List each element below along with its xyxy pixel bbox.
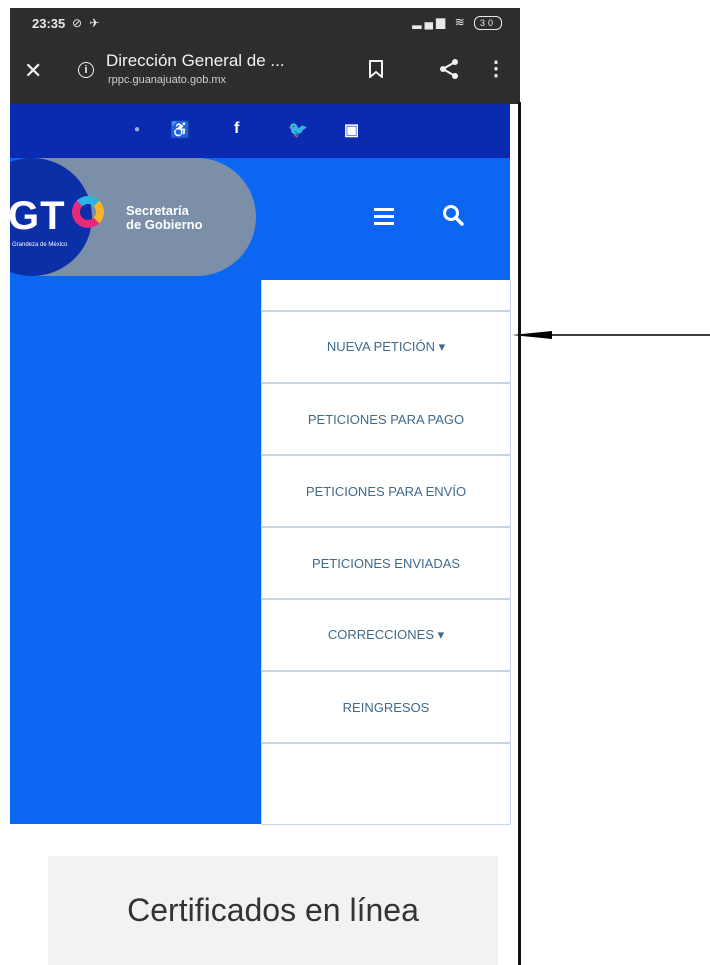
status-time: 23:35	[32, 16, 66, 31]
accessibility-icon[interactable]: ♿	[170, 120, 190, 140]
secretaria-label: Secretaría de Gobierno	[126, 204, 203, 232]
search-icon[interactable]	[442, 204, 464, 226]
page-title[interactable]: Dirección General de ...	[106, 51, 285, 71]
page-url[interactable]: rppc.guanajuato.gob.mx	[108, 74, 226, 86]
notification-icons: ⊘ ✈	[72, 16, 102, 30]
site-header: GT Grandeza de México Secretaría de Gobi…	[10, 158, 510, 280]
youtube-icon[interactable]: ▣	[344, 120, 359, 140]
annotation-arrow-icon	[512, 331, 710, 339]
secretaria-line1: Secretaría	[126, 203, 189, 218]
dot-icon: ●	[134, 124, 141, 135]
menu-item-peticiones-enviadas[interactable]: PETICIONES ENVIADAS	[262, 528, 510, 600]
menu-item-nueva-peticion[interactable]: NUEVA PETICIÓN ▾	[262, 312, 510, 384]
phone-screen: 23:35 ⊘ ✈ ▂▄▆ ≋ 30 ✕ i Dirección General…	[10, 8, 520, 965]
hamburger-menu-icon[interactable]	[374, 208, 394, 225]
share-icon[interactable]	[438, 58, 460, 80]
wifi-icon: ≋	[454, 15, 468, 29]
system-icons: ▂▄▆ ≋ 30	[412, 15, 502, 30]
card-title: Certificados en línea	[127, 892, 419, 928]
overflow-menu-icon[interactable]: ⋮	[486, 58, 506, 80]
screenshot-border	[518, 102, 521, 965]
browser-toolbar: ✕ i Dirección General de ... rppc.guanaj…	[10, 38, 520, 104]
menu-item-correcciones[interactable]: CORRECCIONES ▾	[262, 600, 510, 672]
signal-icon: ▂▄▆	[412, 15, 449, 29]
logo-tagline: Grandeza de México	[12, 242, 68, 248]
menu-item-peticiones-envio[interactable]: PETICIONES PARA ENVÍO	[262, 456, 510, 528]
menu-item-reingresos[interactable]: REINGRESOS	[262, 672, 510, 744]
facebook-icon[interactable]: f	[234, 120, 239, 138]
logo-text: GT	[10, 194, 66, 238]
close-tab-button[interactable]: ✕	[24, 60, 42, 82]
nav-dropdown-menu: NUEVA PETICIÓN ▾ PETICIONES PARA PAGO PE…	[261, 280, 511, 825]
site-info-icon[interactable]: i	[78, 62, 94, 78]
certificados-card: Certificados en línea	[48, 856, 498, 965]
twitter-icon[interactable]: 🐦	[288, 120, 308, 140]
status-bar: 23:35 ⊘ ✈ ▂▄▆ ≋ 30	[10, 8, 520, 38]
logo-o-icon	[72, 196, 104, 228]
battery-icon: 30	[474, 15, 502, 30]
menu-item-peticiones-pago[interactable]: PETICIONES PARA PAGO	[262, 384, 510, 456]
social-bar: ● ♿ f 🐦 ▣	[10, 104, 510, 158]
menu-top-spacer	[262, 280, 510, 312]
secretaria-line2: de Gobierno	[126, 217, 203, 232]
bookmark-icon[interactable]	[368, 60, 384, 78]
